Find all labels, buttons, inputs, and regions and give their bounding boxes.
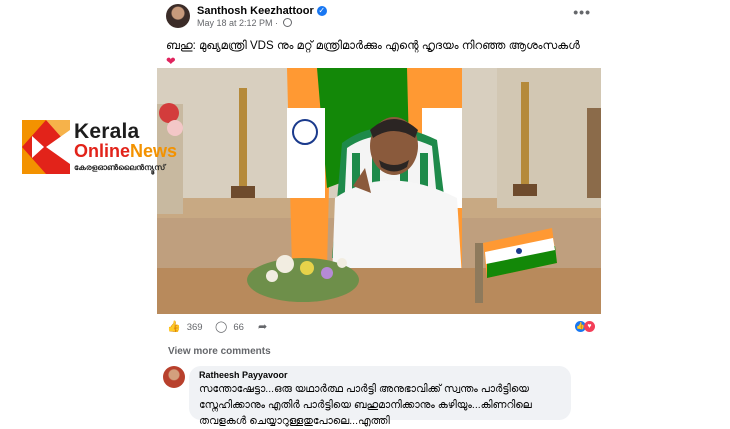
share-icon: ➦: [258, 321, 268, 333]
heart-emoji: ❤: [166, 56, 176, 68]
engagement-bar: 👍 369 ◯ 66 ➦ 👍 ♥: [157, 316, 601, 336]
comment-count: 66: [233, 322, 244, 333]
more-options-icon[interactable]: •••: [573, 4, 591, 20]
comment-icon: ◯: [215, 321, 228, 333]
commenter-name[interactable]: Ratheesh Payyavoor: [199, 370, 288, 380]
comment-text: സന്തോഷേട്ടാ...ഒരു യഥാർത്ഥ പാർട്ടി അനുഭാവ…: [199, 383, 532, 427]
comment-stat[interactable]: ◯ 66: [215, 320, 244, 333]
facebook-post: Santhosh Keezhattoor ✓ May 18 at 2:12 PM …: [157, 0, 601, 427]
comment-bubble: Ratheesh Payyavoor സന്തോഷേട്ടാ...ഒരു യഥാ…: [189, 366, 571, 427]
brand-news: News: [130, 141, 178, 161]
post-photo[interactable]: [157, 68, 601, 314]
globe-icon: [282, 18, 292, 27]
author-name[interactable]: Santhosh Keezhattoor: [197, 5, 314, 17]
share-button[interactable]: ➦: [258, 320, 273, 333]
verified-badge-icon: ✓: [316, 6, 327, 16]
post-timestamp[interactable]: May 18 at 2:12 PM: [197, 18, 273, 28]
brand-name-line2: OnlineNews: [74, 141, 177, 162]
like-stat[interactable]: 👍 369: [167, 320, 203, 333]
author-name-row: Santhosh Keezhattoor ✓: [197, 5, 327, 17]
caption-text: ബഹു: മുഖ്യമന്ത്രി VDS നും മറ്റ് മന്ത്രിമ…: [166, 40, 580, 52]
reaction-summary[interactable]: 👍 ♥: [575, 320, 595, 332]
post-caption: ബഹു: മുഖ്യമന്ത്രി VDS നും മറ്റ് മന്ത്രിമ…: [166, 38, 586, 70]
love-reaction-icon: ♥: [584, 321, 595, 332]
post-meta: May 18 at 2:12 PM ·: [197, 18, 292, 28]
brand-online: Online: [74, 141, 131, 161]
like-icon: 👍: [167, 321, 181, 333]
brand-name-malayalam: കേരളഓൺലൈൻന്യൂസ്: [74, 163, 166, 172]
office-photo-illustration: [157, 68, 601, 314]
view-more-comments-link[interactable]: View more comments: [168, 346, 271, 357]
kerala-online-news-watermark: Kerala OnlineNews കേരളഓൺലൈൻന്യൂസ്: [22, 120, 200, 176]
commenter-avatar[interactable]: [163, 366, 185, 388]
brand-logo-icon: [22, 120, 70, 174]
like-count: 369: [186, 322, 203, 333]
author-avatar[interactable]: [166, 4, 190, 28]
